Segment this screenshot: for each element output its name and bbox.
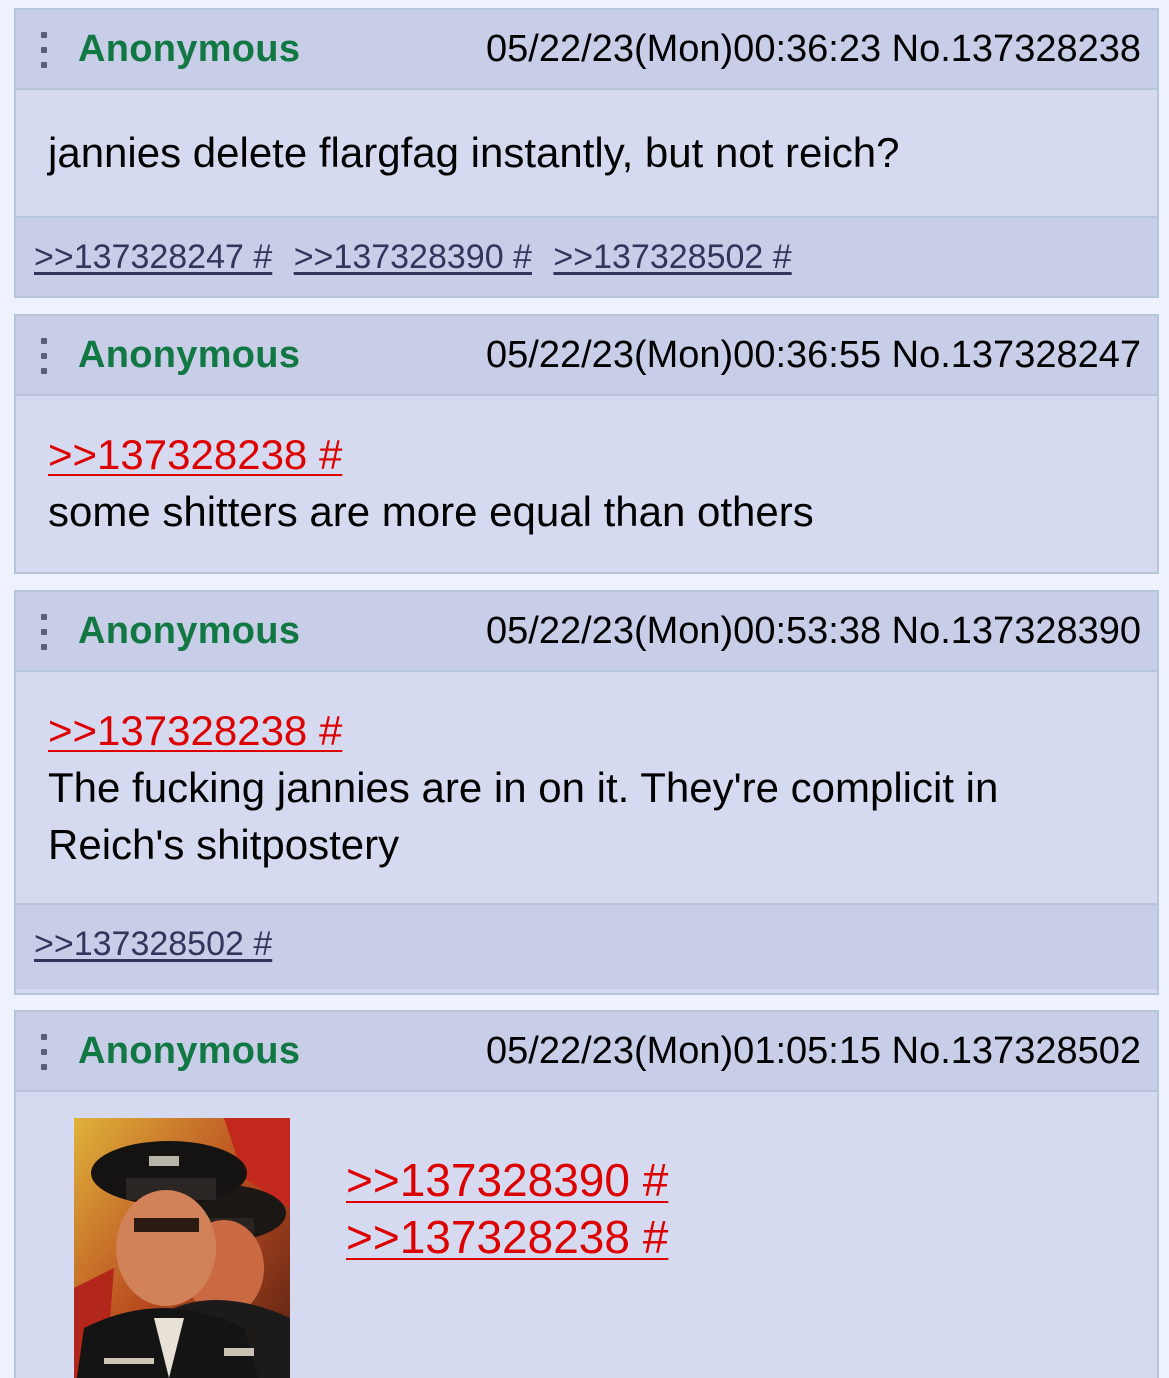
poster-name: Anonymous (78, 334, 301, 376)
post-text-line: Reich's shitpostery (48, 821, 400, 868)
poster-name: Anonymous (78, 28, 301, 70)
post-header: Anonymous 05/22/23(Mon)00:36:23 No.13732… (16, 10, 1157, 90)
poster-name: Anonymous (78, 1030, 301, 1072)
quote-list: >>137328390 # >>137328238 # (346, 1152, 668, 1266)
quote-link[interactable]: >>137328238 # (48, 702, 342, 759)
post-meta: 05/22/23(Mon)01:05:15 No.137328502 (486, 1030, 1141, 1072)
post-menu-icon[interactable] (40, 32, 48, 68)
reply-link[interactable]: >>137328390 # (294, 238, 532, 277)
post-137328238: Anonymous 05/22/23(Mon)00:36:23 No.13732… (14, 8, 1159, 298)
quote-link[interactable]: >>137328390 # (346, 1152, 668, 1209)
post-menu-icon[interactable] (40, 614, 48, 650)
post-body: >>137328238 # some shitters are more equ… (16, 396, 1157, 570)
poster-name: Anonymous (78, 610, 301, 652)
post-137328247: Anonymous 05/22/23(Mon)00:36:55 No.13732… (14, 314, 1159, 574)
reply-link[interactable]: >>137328502 # (553, 238, 791, 277)
post-137328502: Anonymous 05/22/23(Mon)01:05:15 No.13732… (14, 1010, 1159, 1378)
post-text-line: some shitters are more equal than others (48, 488, 814, 535)
post-menu-icon[interactable] (40, 1034, 48, 1070)
post-header: Anonymous 05/22/23(Mon)00:53:38 No.13732… (16, 592, 1157, 672)
post-137328390: Anonymous 05/22/23(Mon)00:53:38 No.13732… (14, 590, 1159, 995)
post-meta: 05/22/23(Mon)00:36:55 No.137328247 (486, 334, 1141, 376)
post-image-thumbnail[interactable] (74, 1118, 290, 1378)
post-header: Anonymous 05/22/23(Mon)00:36:55 No.13732… (16, 316, 1157, 396)
reply-link[interactable]: >>137328502 # (34, 925, 272, 964)
post-body: >>137328238 # The fucking jannies are in… (16, 672, 1157, 903)
propaganda-poster-icon (74, 1118, 290, 1378)
post-header: Anonymous 05/22/23(Mon)01:05:15 No.13732… (16, 1012, 1157, 1092)
replies-bar: >>137328247 # >>137328390 # >>137328502 … (16, 216, 1157, 296)
post-meta: 05/22/23(Mon)00:53:38 No.137328390 (486, 610, 1141, 652)
quote-link[interactable]: >>137328238 # (346, 1209, 668, 1266)
post-menu-icon[interactable] (40, 338, 48, 374)
post-meta: 05/22/23(Mon)00:36:23 No.137328238 (486, 28, 1141, 70)
post-body: jannies delete flargfag instantly, but n… (16, 90, 1157, 216)
post-text-line: jannies delete flargfag instantly, but n… (48, 129, 900, 176)
replies-bar: >>137328502 # (16, 903, 1157, 989)
reply-link[interactable]: >>137328247 # (34, 238, 272, 277)
post-text-line: The fucking jannies are in on it. They'r… (48, 764, 999, 811)
quote-link[interactable]: >>137328238 # (48, 426, 342, 483)
thread: Anonymous 05/22/23(Mon)00:36:23 No.13732… (0, 0, 1169, 1378)
